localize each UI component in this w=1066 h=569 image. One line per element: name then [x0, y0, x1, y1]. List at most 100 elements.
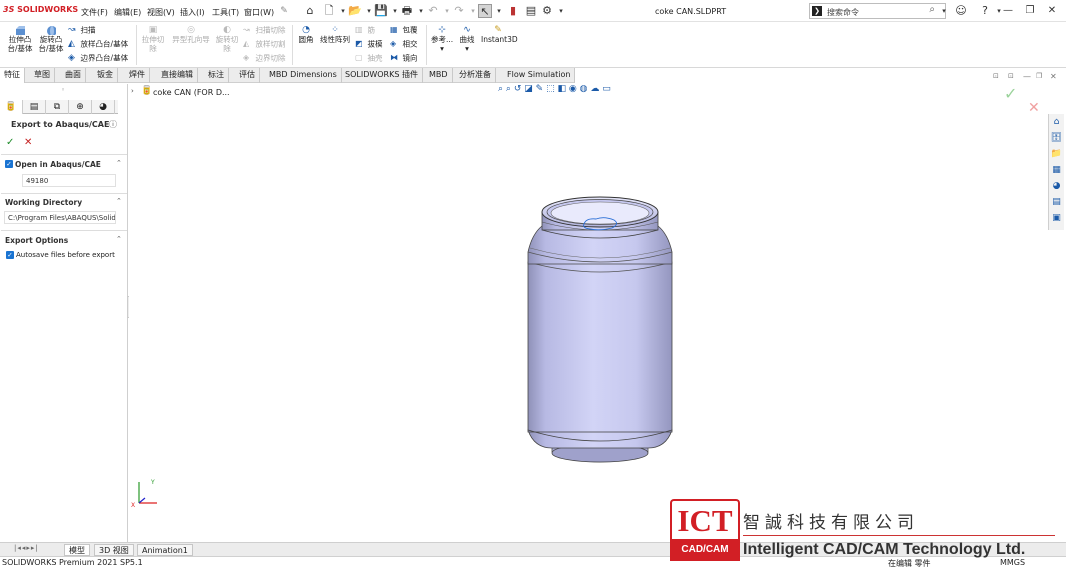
viewport-minimize-icon[interactable]: — — [1023, 72, 1031, 81]
menu-window[interactable]: 窗口(W) — [244, 7, 274, 18]
print-icon[interactable]: 🖶 — [400, 4, 414, 18]
custom-properties-icon[interactable]: ▤ — [1050, 196, 1063, 209]
open-in-abaqus-checkbox[interactable]: ✓ — [5, 160, 13, 168]
tab-evaluate[interactable]: 评估 — [235, 68, 260, 83]
loft-cut-button[interactable]: ◭ 放样切割 — [243, 39, 286, 49]
user-account-icon[interactable]: ☺ — [954, 4, 968, 18]
new-document-icon[interactable]: 🗋 — [322, 4, 336, 18]
collapse-chevron-icon[interactable]: ⌃ — [116, 197, 122, 205]
zoom-to-area-icon[interactable]: ⌕ — [506, 84, 511, 94]
solidworks-logo[interactable]: 3S SOLIDWORKS — [3, 5, 78, 14]
sweep-button[interactable]: ↝ 扫描 — [68, 25, 96, 35]
boundary-cut-button[interactable]: ◈ 边界切除 — [243, 53, 286, 63]
curves-dropdown-icon[interactable]: ▾ — [457, 44, 477, 53]
fillet-button[interactable]: ◔ 圆角 — [297, 25, 315, 44]
help-icon[interactable]: ? — [978, 4, 992, 18]
feature-manager-tab-icon[interactable]: 🥫 — [0, 100, 23, 114]
instant3d-button[interactable]: ✎ Instant3D — [481, 25, 518, 44]
mirror-button[interactable]: ⧓ 镜向 — [390, 53, 418, 63]
collapse-chevron-icon[interactable]: ⌃ — [116, 235, 122, 243]
shell-button[interactable]: ▢ 抽壳 — [355, 53, 383, 63]
tab-analysis-prep[interactable]: 分析准备 — [455, 68, 496, 83]
wrap-button[interactable]: ▦ 包覆 — [390, 25, 418, 35]
configuration-manager-tab-icon[interactable]: ⧉ — [46, 100, 69, 114]
autosave-checkbox[interactable]: ✓ — [6, 251, 14, 259]
revolve-cut-button[interactable]: ◐ 旋转切 除 — [214, 25, 240, 53]
intersect-button[interactable]: ◈ 相交 — [390, 39, 418, 49]
property-manager-tab-icon[interactable]: ▤ — [23, 100, 46, 114]
tree-expand-icon[interactable]: › — [131, 87, 134, 95]
tab-animation1[interactable]: Animation1 — [137, 544, 193, 556]
revolve-boss-button[interactable]: 旋转凸 台/基体 — [36, 25, 66, 53]
tab-solidworks-addins[interactable]: SOLIDWORKS 插件 — [341, 68, 423, 83]
viewport-tile-icon[interactable]: ⊡ — [1008, 72, 1014, 80]
panel-handle[interactable]: ◦ — [61, 86, 65, 94]
tab-mbd[interactable]: MBD — [425, 68, 453, 83]
restore-button[interactable]: ❐ — [1022, 3, 1038, 19]
loft-button[interactable]: ◭ 放样凸台/基体 — [68, 39, 128, 49]
tab-sheet-metal[interactable]: 钣金 — [93, 68, 118, 83]
home-icon[interactable]: ⌂ — [303, 4, 317, 18]
viewport-close-icon[interactable]: ✕ — [1050, 72, 1057, 81]
dimxpert-tab-icon[interactable]: ⊕ — [69, 100, 92, 114]
tab-weldments[interactable]: 焊件 — [125, 68, 150, 83]
unit-system[interactable]: MMGS — [1000, 558, 1025, 567]
dynamic-annotation-icon[interactable]: ✎ — [536, 84, 544, 94]
help-icon[interactable]: ⓘ — [109, 119, 117, 130]
view-settings-icon[interactable]: ▭ — [602, 84, 611, 94]
close-button[interactable]: ✕ — [1044, 3, 1060, 19]
minimize-button[interactable]: — — [1000, 3, 1016, 19]
options-dropdown-icon[interactable]: ▾ — [554, 4, 568, 18]
ok-check-icon[interactable]: ✓ — [6, 137, 14, 148]
feature-tree-root[interactable]: coke CAN (FOR D... — [153, 88, 230, 97]
viewport-expand-icon[interactable]: ⊡ — [993, 72, 999, 80]
draft-button[interactable]: ◩ 拔模 — [355, 39, 383, 49]
pin-icon[interactable]: ✎ — [277, 4, 291, 18]
hole-wizard-button[interactable]: ◎ 异型孔向导 — [169, 25, 213, 44]
tab-sketch[interactable]: 草图 — [30, 68, 55, 83]
edit-appearance-icon[interactable]: ◍ — [580, 84, 588, 94]
sweep-cut-button[interactable]: ↝ 扫描切除 — [243, 25, 286, 35]
menu-insert[interactable]: 插入(I) — [180, 7, 205, 18]
tab-scroll-arrows-icon[interactable]: |◂◂▸▸| — [14, 544, 39, 552]
section-view-icon[interactable]: ◪ — [524, 84, 533, 94]
design-library-icon[interactable]: 🗄 — [1050, 132, 1063, 145]
menu-tools[interactable]: 工具(T) — [212, 7, 239, 18]
previous-view-icon[interactable]: ↺ — [514, 84, 522, 94]
tab-flow-simulation[interactable]: Flow Simulation — [503, 68, 576, 83]
abaqus-port-field[interactable]: 49180 — [22, 174, 116, 187]
apply-scene-icon[interactable]: ☁ — [590, 84, 599, 94]
task-pane-home-icon[interactable]: ⌂ — [1050, 116, 1063, 129]
collapse-chevron-icon[interactable]: ⌃ — [116, 159, 122, 167]
viewport-restore-icon[interactable]: ❐ — [1036, 72, 1042, 80]
menu-file[interactable]: 文件(F) — [81, 7, 108, 18]
tab-3d-views[interactable]: 3D 视图 — [94, 544, 134, 556]
reference-geometry-button[interactable]: ⊹ 参考... ▾ — [431, 25, 453, 53]
boundary-boss-button[interactable]: ◈ 边界凸台/基体 — [68, 53, 128, 63]
save-icon[interactable]: 💾 — [374, 4, 388, 18]
tab-direct-editing[interactable]: 直接编辑 — [157, 68, 198, 83]
linear-pattern-button[interactable]: ⁘ 线性阵列 — [318, 25, 352, 44]
curves-button[interactable]: ∿ 曲线 ▾ — [457, 25, 477, 53]
cancel-x-icon[interactable]: ✕ — [24, 137, 32, 148]
search-input[interactable]: ❯ 搜索命令 ⌕ — [809, 3, 946, 19]
tab-markup[interactable]: 标注 — [204, 68, 229, 83]
redo-icon[interactable]: ↷ — [452, 4, 466, 18]
tab-surfaces[interactable]: 曲面 — [61, 68, 86, 83]
search-dropdown-icon[interactable]: ▾ — [937, 4, 951, 18]
undo-icon[interactable]: ↶ — [426, 4, 440, 18]
file-explorer-icon[interactable]: 📁 — [1050, 148, 1063, 161]
tab-model[interactable]: 模型 — [64, 544, 90, 556]
reference-dropdown-icon[interactable]: ▾ — [431, 44, 453, 53]
zoom-to-fit-icon[interactable]: ⌕ — [498, 84, 503, 94]
view-palette-icon[interactable]: ▦ — [1050, 164, 1063, 177]
confirm-corner-check-icon[interactable]: ✓ — [1004, 84, 1017, 103]
coke-can-model[interactable] — [520, 190, 680, 475]
select-dropdown-icon[interactable]: ▾ — [492, 4, 506, 18]
extrude-cut-button[interactable]: ▣ 拉伸切 除 — [140, 25, 166, 53]
view-orientation-icon[interactable]: ⬚ — [546, 84, 555, 94]
menu-edit[interactable]: 编辑(E) — [114, 7, 141, 18]
rib-button[interactable]: ▥ 筋 — [355, 25, 375, 35]
traffic-light-icon[interactable]: ▮ — [506, 4, 520, 18]
confirm-corner-cancel-icon[interactable]: ✕ — [1028, 100, 1040, 116]
